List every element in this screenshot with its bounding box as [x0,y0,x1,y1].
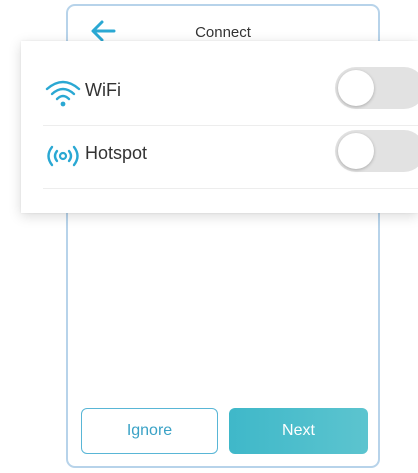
connection-options-card: WiFi Hotspot [21,41,418,213]
divider [43,188,418,189]
hotspot-label: Hotspot [85,143,148,163]
toggle-knob [338,70,374,106]
wifi-toggle[interactable] [335,67,418,109]
next-button[interactable]: Next [229,408,368,454]
hotspot-row: Hotspot [43,126,418,188]
toggle-knob [338,133,374,169]
wifi-label: WiFi [85,80,121,100]
hotspot-icon [43,138,83,174]
wifi-row: WiFi [43,63,418,125]
wifi-icon [43,75,83,111]
hotspot-toggle[interactable] [335,130,418,172]
connect-screen: Connect Ignore Next WiFi Hotspot [0,0,418,473]
ignore-button[interactable]: Ignore [81,408,218,454]
page-title: Connect [195,24,251,41]
